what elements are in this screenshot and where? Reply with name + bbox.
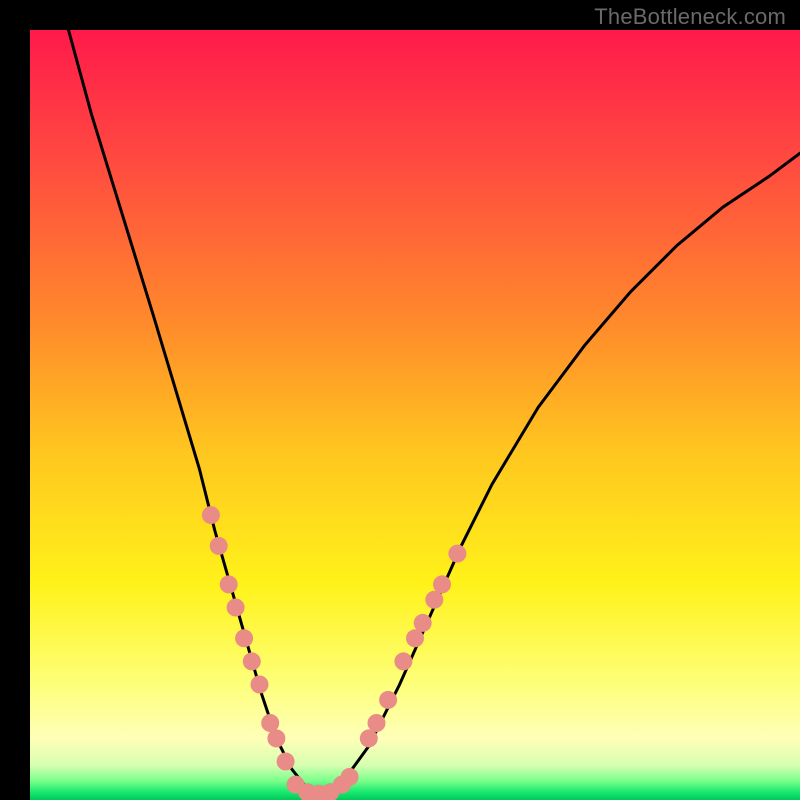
- highlight-dot: [394, 652, 412, 670]
- highlight-dot: [202, 506, 220, 524]
- plot-background: [30, 30, 800, 800]
- highlight-dot: [251, 676, 269, 694]
- highlight-dot: [235, 629, 253, 647]
- highlight-dot: [368, 714, 386, 732]
- highlight-dot: [414, 614, 432, 632]
- highlight-dot: [210, 537, 228, 555]
- highlight-dot: [406, 629, 424, 647]
- highlight-dot: [261, 714, 279, 732]
- highlight-dot: [448, 545, 466, 563]
- highlight-dot: [341, 768, 359, 786]
- highlight-dot: [243, 652, 261, 670]
- highlight-dot: [267, 729, 285, 747]
- highlight-dot: [220, 575, 238, 593]
- highlight-dot: [425, 591, 443, 609]
- chart-container: TheBottleneck.com: [0, 0, 800, 800]
- highlight-dot: [360, 729, 378, 747]
- highlight-dot: [433, 575, 451, 593]
- bottleneck-chart: [0, 0, 800, 800]
- highlight-dot: [379, 691, 397, 709]
- highlight-dot: [227, 599, 245, 617]
- highlight-dot: [277, 753, 295, 771]
